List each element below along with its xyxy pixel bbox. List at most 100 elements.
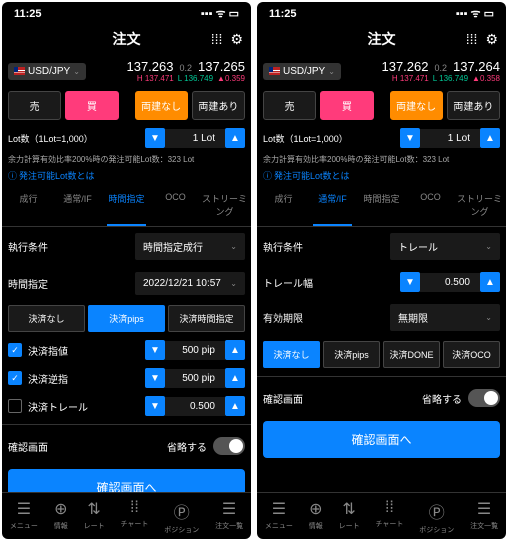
limit-value[interactable]: 500 pip [165, 341, 225, 360]
tab-time-spec[interactable]: 時間指定 [102, 184, 151, 226]
trail-decrement-button[interactable]: ▼ [145, 396, 165, 416]
nav-position[interactable]: Ⓟポジション [419, 499, 454, 535]
trail-width-label: トレール幅 [263, 275, 396, 290]
tab-market[interactable]: 成行 [4, 184, 53, 226]
nav-rate[interactable]: ⇅レート [84, 499, 105, 535]
expiry-select[interactable]: 無期限⌄ [390, 304, 500, 331]
cross-on-button[interactable]: 両建あり [192, 91, 245, 120]
nav-menu[interactable]: ☰メニュー [265, 499, 293, 535]
flag-us-icon [269, 67, 280, 75]
chart-toggle-icon[interactable]: ⁞⁞⁞ [466, 31, 478, 47]
status-bar: 11:25 ▪▪▪ ᯤ ▭ [2, 2, 251, 23]
globe-icon: ⊕ [54, 499, 67, 519]
chart-icon: ⁞⁞ [385, 499, 394, 517]
exec-cond-label: 執行条件 [8, 239, 131, 254]
trail-decrement-button[interactable]: ▼ [400, 272, 420, 292]
spread: 0.2 [179, 63, 192, 73]
tab-normal-if[interactable]: 通常/IF [308, 184, 357, 226]
trail-increment-button[interactable]: ▲ [480, 272, 500, 292]
limit-label: 決済指値 [28, 343, 139, 358]
limit-increment-button[interactable]: ▲ [225, 340, 245, 360]
cross-off-button[interactable]: 両建なし [390, 91, 443, 120]
low-price: L 136.749 [433, 74, 468, 83]
confirm-button[interactable]: 確認画面へ [8, 469, 245, 492]
buy-button[interactable]: 買 [65, 91, 118, 120]
nav-chart[interactable]: ⁞⁞チャート [120, 499, 148, 535]
confirm-label: 確認画面 [263, 391, 416, 406]
gear-icon[interactable]: ⚙ [485, 31, 498, 48]
cross-on-button[interactable]: 両建あり [447, 91, 500, 120]
trail-checkbox[interactable] [8, 399, 22, 413]
nav-info[interactable]: ⊕情報 [309, 499, 323, 535]
trail-width-value[interactable]: 0.500 [420, 273, 480, 292]
price-info: 137.262 0.2 137.264 H 137.471 L 136.749 … [347, 59, 500, 83]
page-title: 注文 [368, 29, 396, 49]
phone-right: 11:25 ▪▪▪ ᯤ ▭ 注文 ⁞⁞⁞ ⚙ USD/JPY ⌄ 137.262… [257, 2, 506, 539]
pair-name: USD/JPY [283, 66, 325, 77]
buy-button[interactable]: 買 [320, 91, 373, 120]
lot-decrement-button[interactable]: ▼ [400, 128, 420, 148]
page-title: 注文 [113, 29, 141, 49]
skip-confirm-switch[interactable] [468, 389, 500, 407]
nav-position[interactable]: Ⓟポジション [164, 499, 199, 535]
exec-cond-select[interactable]: 時間指定成行⌄ [135, 233, 245, 260]
skip-confirm-switch[interactable] [213, 437, 245, 455]
tab-oco[interactable]: OCO [406, 184, 455, 226]
seg-settle-pips[interactable]: 決済pips [323, 341, 380, 368]
lot-info-link[interactable]: ⓘ発注可能Lot数とは [2, 167, 251, 184]
tab-streaming[interactable]: ストリーミング [200, 184, 249, 226]
lot-value[interactable]: 1 Lot [165, 129, 225, 148]
exec-cond-select[interactable]: トレール⌄ [390, 233, 500, 260]
low-price: L 136.749 [178, 74, 213, 83]
lot-increment-button[interactable]: ▲ [225, 128, 245, 148]
stop-value[interactable]: 500 pip [165, 369, 225, 388]
nav-orders[interactable]: ☰注文一覧 [470, 499, 498, 535]
nav-menu[interactable]: ☰メニュー [10, 499, 38, 535]
seg-settle-none[interactable]: 決済なし [263, 341, 320, 368]
trail-increment-button[interactable]: ▲ [225, 396, 245, 416]
sell-button[interactable]: 売 [8, 91, 61, 120]
seg-settle-pips[interactable]: 決済pips [88, 305, 165, 332]
high-price: H 137.471 [137, 74, 174, 83]
battery-icon: ▭ [484, 7, 494, 20]
lot-info-link[interactable]: ⓘ発注可能Lot数とは [257, 167, 506, 184]
chevron-down-icon: ⌄ [73, 67, 80, 76]
nav-info[interactable]: ⊕情報 [54, 499, 68, 535]
tab-normal-if[interactable]: 通常/IF [53, 184, 102, 226]
confirm-button[interactable]: 確認画面へ [263, 421, 500, 458]
limit-checkbox[interactable]: ✓ [8, 343, 22, 357]
nav-chart[interactable]: ⁞⁞チャート [375, 499, 403, 535]
stop-checkbox[interactable]: ✓ [8, 371, 22, 385]
ask-price: 137.264 [453, 59, 500, 74]
time-spec-select[interactable]: 2022/12/21 10:57⌄ [135, 272, 245, 295]
trail-value[interactable]: 0.500 [165, 397, 225, 416]
limit-decrement-button[interactable]: ▼ [145, 340, 165, 360]
stop-decrement-button[interactable]: ▼ [145, 368, 165, 388]
margin-info: 余力計算有効比率200%時の発注可能Lot数：323 Lot [2, 152, 251, 167]
tab-streaming[interactable]: ストリーミング [455, 184, 504, 226]
lot-label: Lot数（1Lot=1,000） [263, 132, 396, 145]
cross-off-button[interactable]: 両建なし [135, 91, 188, 120]
lot-stepper: ▼ 1 Lot ▲ [145, 128, 245, 148]
seg-settle-oco[interactable]: 決済OCO [443, 341, 500, 368]
tab-time-spec[interactable]: 時間指定 [357, 184, 406, 226]
list-icon: ☰ [222, 499, 236, 519]
lot-decrement-button[interactable]: ▼ [145, 128, 165, 148]
tab-market[interactable]: 成行 [259, 184, 308, 226]
seg-settle-done[interactable]: 決済DONE [383, 341, 440, 368]
lot-value[interactable]: 1 Lot [420, 129, 480, 148]
lot-increment-button[interactable]: ▲ [480, 128, 500, 148]
header: 注文 ⁞⁞⁞ ⚙ [257, 23, 506, 55]
nav-rate[interactable]: ⇅レート [339, 499, 360, 535]
seg-settle-time[interactable]: 決済時間指定 [168, 305, 245, 332]
stop-increment-button[interactable]: ▲ [225, 368, 245, 388]
currency-pair-selector[interactable]: USD/JPY ⌄ [8, 63, 86, 80]
nav-orders[interactable]: ☰注文一覧 [215, 499, 243, 535]
currency-pair-selector[interactable]: USD/JPY ⌄ [263, 63, 341, 80]
tab-oco[interactable]: OCO [151, 184, 200, 226]
sell-button[interactable]: 売 [263, 91, 316, 120]
gear-icon[interactable]: ⚙ [230, 31, 243, 48]
chart-toggle-icon[interactable]: ⁞⁞⁞ [211, 31, 223, 47]
wifi-icon: ᯤ [216, 6, 226, 21]
seg-settle-none[interactable]: 決済なし [8, 305, 85, 332]
